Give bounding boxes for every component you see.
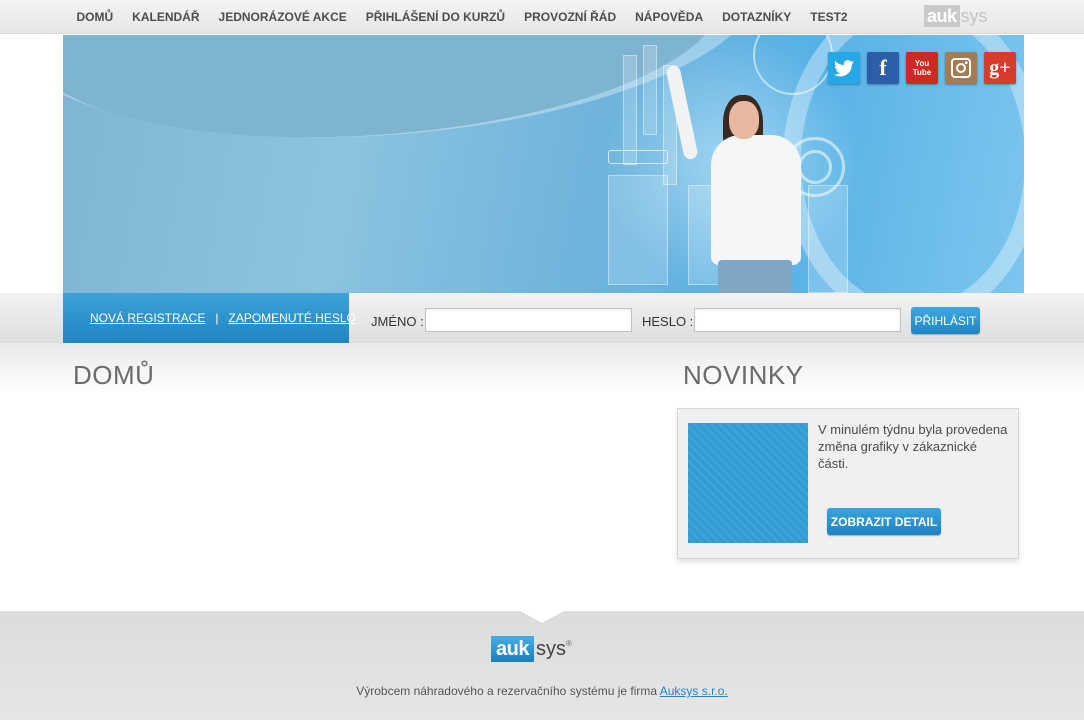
news-item: V minulém týdnu byla provedena změna gra… bbox=[677, 408, 1019, 559]
name-label: JMÉNO : bbox=[371, 314, 424, 329]
banner-person-body bbox=[711, 135, 801, 265]
link-separator: | bbox=[215, 311, 219, 325]
footer-text-label: Výrobcem náhradového a rezervačního syst… bbox=[356, 684, 658, 698]
footer-text: Výrobcem náhradového a rezervačního syst… bbox=[0, 684, 1084, 698]
banner-person-legs bbox=[718, 260, 792, 293]
content-background bbox=[0, 343, 1084, 393]
footer-logo[interactable]: auk sys ® bbox=[491, 636, 572, 662]
facebook-icon[interactable]: f bbox=[867, 52, 899, 84]
footer bbox=[0, 611, 1084, 720]
new-registration-link[interactable]: NOVÁ REGISTRACE bbox=[90, 311, 205, 325]
forgot-password-link[interactable]: ZAPOMENUTÉ HESLO bbox=[228, 311, 355, 325]
news-thumbnail[interactable] bbox=[688, 423, 808, 543]
banner-person-head bbox=[729, 101, 759, 139]
nav-item-napoveda[interactable]: NÁPOVĚDA bbox=[626, 10, 713, 24]
youtube-icon[interactable]: You Tube bbox=[906, 52, 938, 84]
footer-logo-part1: auk bbox=[491, 636, 534, 662]
footer-notch bbox=[520, 611, 564, 623]
twitter-icon[interactable] bbox=[828, 52, 860, 84]
nav-item-dotazniky[interactable]: DOTAZNÍKY bbox=[713, 10, 801, 24]
header-logo-part1: auk bbox=[924, 5, 960, 27]
top-navigation-bar: DOMŮ KALENDÁŘ JEDNORÁZOVÉ AKCE PŘIHLÁŠEN… bbox=[0, 0, 1084, 34]
nav-item-prihlaseni-do-kurzu[interactable]: PŘIHLÁŠENÍ DO KURZŮ bbox=[356, 10, 514, 24]
nav-item-jednorazove-akce[interactable]: JEDNORÁZOVÉ AKCE bbox=[209, 10, 356, 24]
registration-box: NOVÁ REGISTRACE | ZAPOMENUTÉ HESLO bbox=[63, 293, 356, 343]
nav-item-kalendar[interactable]: KALENDÁŘ bbox=[123, 10, 209, 24]
company-link[interactable]: Auksys s.r.o. bbox=[660, 684, 728, 698]
nav-item-provozni-rad[interactable]: PROVOZNÍ ŘÁD bbox=[515, 10, 626, 24]
footer-logo-part2: sys bbox=[535, 638, 566, 660]
password-input[interactable] bbox=[694, 308, 901, 332]
password-label: HESLO : bbox=[642, 314, 694, 329]
nav-item-test2[interactable]: TEST2 bbox=[801, 10, 857, 24]
login-button[interactable]: PŘIHLÁSIT bbox=[911, 307, 980, 334]
google-plus-icon[interactable]: g+ bbox=[984, 52, 1016, 84]
news-title: NOVINKY bbox=[683, 360, 804, 390]
nav-item-domu[interactable]: DOMŮ bbox=[67, 10, 123, 24]
page-title: DOMŮ bbox=[73, 360, 155, 390]
news-text: V minulém týdnu byla provedena změna gra… bbox=[818, 422, 1008, 471]
header-logo[interactable]: auk sys bbox=[924, 5, 988, 27]
header-logo-part2: sys bbox=[960, 6, 988, 26]
instagram-icon[interactable] bbox=[945, 52, 977, 84]
main-nav: DOMŮ KALENDÁŘ JEDNORÁZOVÉ AKCE PŘIHLÁŠEN… bbox=[67, 0, 857, 34]
name-input[interactable] bbox=[425, 308, 632, 332]
footer-logo-registered-mark: ® bbox=[565, 639, 572, 648]
show-detail-button[interactable]: ZOBRAZIT DETAIL bbox=[827, 508, 941, 535]
hero-banner: f You Tube g+ bbox=[63, 35, 1024, 293]
